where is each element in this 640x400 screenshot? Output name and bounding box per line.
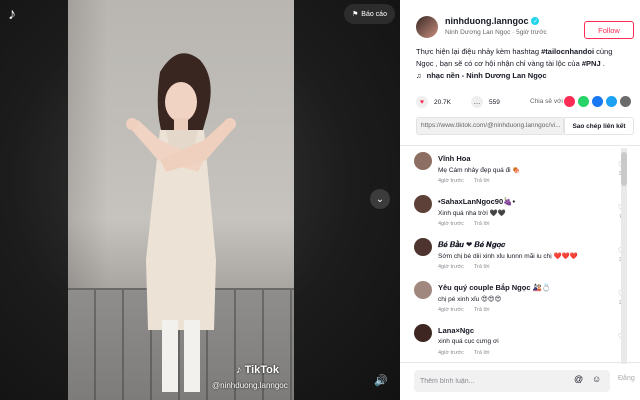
comment-meta: 4giờ trước Trả lời: [438, 264, 490, 270]
flag-icon: ⚑: [352, 11, 359, 18]
dancer-figure: [126, 53, 236, 392]
comment-meta: 4giờ trước Trả lời: [438, 350, 490, 356]
comment-text: xinh quá cục cưng ơi: [438, 338, 499, 345]
reply-button[interactable]: Trả lời: [474, 307, 490, 313]
like-count: 20.7K: [434, 98, 451, 106]
copy-link-button[interactable]: Sao chép liên kết: [564, 117, 634, 135]
more-share-icon[interactable]: [620, 96, 631, 107]
post-time: 5giờ trước: [516, 29, 547, 36]
details-panel: ninhduong.lanngoc ✓ Ninh Dương Lan Ngọc …: [400, 0, 640, 400]
report-label: Báo cáo: [361, 10, 387, 18]
comment-author[interactable]: Lana×Ngc: [438, 326, 474, 335]
tiktok-watermark: ♪ TikTok: [236, 364, 279, 376]
comment-author[interactable]: Yêu quý couple Bắp Ngọc 🎎💍: [438, 283, 551, 292]
emoji-icon[interactable]: ☺: [592, 374, 601, 384]
description-text-1: Thực hiện lại điệu nhảy kèm hashtag: [416, 47, 542, 56]
list-item: Lana×Ngc xinh quá cục cưng ơi 4giờ trước…: [412, 322, 630, 362]
verified-badge-icon: ✓: [531, 17, 540, 25]
embed-icon[interactable]: [564, 96, 575, 107]
scrollbar-thumb[interactable]: [621, 152, 627, 186]
reply-button[interactable]: Trả lời: [474, 264, 490, 270]
list-item: Vĩnh Hoa Mẹ Cám nhảy đẹp quá đi 🍖 4giờ t…: [412, 150, 630, 193]
comment-time: 4giờ trước: [438, 178, 464, 184]
avatar[interactable]: [414, 195, 432, 213]
reply-button[interactable]: Trả lời: [474, 178, 490, 184]
video-link-field[interactable]: https://www.tiktok.com/@ninhduong.lanngo…: [416, 117, 564, 135]
chevron-down-icon: ⌄: [375, 193, 385, 205]
comment-text: Mẹ Cám nhảy đẹp quá đi 🍖: [438, 167, 521, 174]
author-username-row: ninhduong.lanngoc ✓: [445, 16, 547, 26]
comment-author[interactable]: Vĩnh Hoa: [438, 154, 471, 163]
list-item: Yêu quý couple Bắp Ngọc 🎎💍 chị pé xinh x…: [412, 279, 630, 322]
video-player[interactable]: [68, 0, 294, 400]
follow-button[interactable]: Follow: [584, 21, 634, 39]
video-stage: ♪ ⚑ Báo cáo ⌄ ♪ TikTok @ninhduong.lanngo…: [0, 0, 400, 400]
comment-time: 4giờ trước: [438, 221, 464, 227]
twitter-icon[interactable]: [606, 96, 617, 107]
author-username[interactable]: ninhduong.lanngoc: [445, 16, 528, 26]
avatar[interactable]: [414, 324, 432, 342]
comment-time: 4giờ trước: [438, 350, 464, 356]
reply-button[interactable]: Trả lời: [474, 221, 490, 227]
music-note-icon: ♫: [416, 71, 422, 80]
avatar[interactable]: [414, 238, 432, 256]
comment-count: 559: [489, 98, 500, 106]
comment-icon[interactable]: …: [471, 96, 483, 108]
description-text-3: .: [600, 59, 605, 68]
divider: [400, 145, 640, 146]
comment-author[interactable]: •SahaxLanNgoc90🍇•: [438, 197, 515, 206]
avatar[interactable]: [414, 152, 432, 170]
comment-text: chị pé xinh xỉu 😍😍😍: [438, 296, 502, 303]
comment-text: Sớm chị bé diii xinh xỉu lunnn mãi iu ch…: [438, 253, 578, 260]
author-display-name: Ninh Dương Lan Ngọc: [445, 29, 511, 36]
facebook-icon[interactable]: [592, 96, 603, 107]
watermark-text: TikTok: [244, 364, 279, 376]
list-item: •SahaxLanNgoc90🍇• Xinh quá nha trời 🖤🖤 4…: [412, 193, 630, 236]
engagement-stats: ♥ 20.7K … 559: [416, 96, 500, 108]
music-link[interactable]: ♫ nhạc nền - Ninh Dương Lan Ngọc: [416, 71, 547, 80]
volume-button[interactable]: 🔊: [372, 371, 390, 389]
hashtag-tailocnhandoi[interactable]: #tailocnhandoi: [541, 47, 594, 56]
avatar[interactable]: [416, 16, 438, 38]
avatar[interactable]: [414, 281, 432, 299]
comment-author[interactable]: 𝑩𝒆́ 𝑩𝒂̂̀𝒖 ❤ 𝑩𝒆́ 𝑵𝒈𝒐̣𝒄: [438, 240, 505, 250]
comment-meta: 4giờ trước Trả lời: [438, 178, 490, 184]
comment-time: 4giờ trước: [438, 264, 464, 270]
author-block[interactable]: ninhduong.lanngoc ✓ Ninh Dương Lan Ngọc …: [416, 16, 547, 38]
heart-icon[interactable]: ♥: [416, 96, 428, 108]
post-button[interactable]: Đăng: [618, 375, 635, 382]
speaker-icon: 🔊: [374, 374, 388, 387]
report-button[interactable]: ⚑ Báo cáo: [344, 4, 395, 24]
music-label: nhạc nền - Ninh Dương Lan Ngọc: [426, 71, 547, 80]
reply-button[interactable]: Trả lời: [474, 350, 490, 356]
watermark-username: @ninhduong.lanngoc: [212, 381, 288, 390]
tiktok-note-icon: ♪: [236, 364, 242, 376]
author-subline: Ninh Dương Lan Ngọc · 5giờ trước: [445, 29, 547, 36]
video-description: Thực hiện lại điệu nhảy kèm hashtag #tai…: [416, 46, 630, 70]
comment-list: Vĩnh Hoa Mẹ Cám nhảy đẹp quá đi 🍖 4giờ t…: [412, 150, 630, 362]
comment-composer: @ ☺ Đăng: [400, 362, 640, 400]
share-icons: [564, 96, 631, 107]
comment-meta: 4giờ trước Trả lời: [438, 307, 490, 313]
list-item: 𝑩𝒆́ 𝑩𝒂̂̀𝒖 ❤ 𝑩𝒆́ 𝑵𝒈𝒐̣𝒄 Sớm chị bé diii xi…: [412, 236, 630, 279]
hashtag-pnj[interactable]: #PNJ: [582, 59, 601, 68]
comment-text: Xinh quá nha trời 🖤🖤: [438, 210, 506, 217]
comment-time: 4giờ trước: [438, 307, 464, 313]
comment-meta: 4giờ trước Trả lời: [438, 221, 490, 227]
next-video-button[interactable]: ⌄: [370, 189, 390, 209]
share-label: Chia sẻ với: [530, 98, 563, 105]
tiktok-logo-icon[interactable]: ♪: [8, 6, 16, 24]
mention-icon[interactable]: @: [574, 374, 583, 384]
whatsapp-icon[interactable]: [578, 96, 589, 107]
